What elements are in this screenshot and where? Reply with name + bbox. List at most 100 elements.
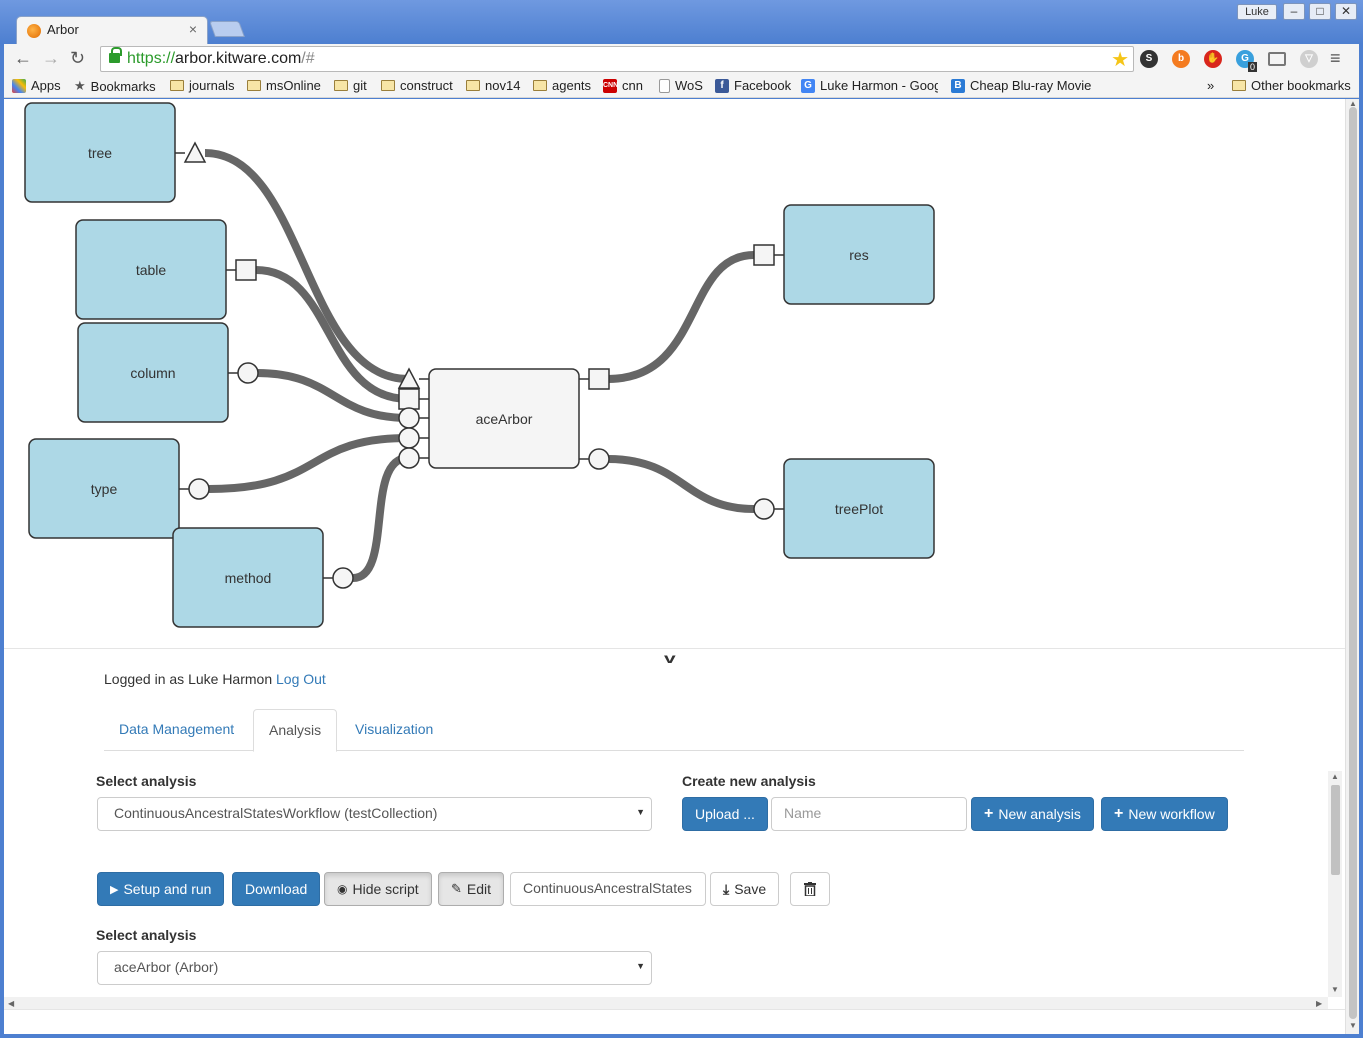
input-port-treeplot[interactable] — [753, 498, 775, 520]
extension-b-icon[interactable]: b — [1172, 50, 1190, 68]
bookmark-facebook[interactable]: f Facebook — [715, 78, 791, 93]
workflow-graph[interactable]: tree table column type method aceArbor r… — [4, 99, 1345, 649]
node-column[interactable]: column — [77, 322, 259, 423]
trash-icon — [804, 882, 816, 896]
tab-visualization[interactable]: Visualization — [340, 709, 448, 751]
scroll-up-icon[interactable]: ▲ — [1331, 772, 1339, 781]
new-workflow-button[interactable]: + New workflow — [1101, 797, 1228, 831]
node-res[interactable]: res — [753, 204, 935, 305]
back-arrow-icon[interactable]: ← — [14, 48, 32, 68]
bookmark-agents[interactable]: agents — [533, 78, 591, 93]
bookmark-apps[interactable]: Apps — [12, 78, 61, 93]
panel-vertical-scrollbar[interactable]: ▲ ▼ — [1328, 771, 1342, 997]
edit-button[interactable]: ✎ Edit — [438, 872, 505, 906]
workflow-canvas[interactable]: tree table column type method aceArbor r… — [4, 99, 1345, 649]
input-port-type[interactable] — [398, 427, 420, 449]
tab-close-icon[interactable]: × — [189, 21, 197, 37]
input-port-table[interactable] — [398, 388, 420, 410]
extension-badge-count: 0 — [1248, 62, 1258, 72]
node-acearbor[interactable]: aceArbor — [397, 367, 610, 470]
folder-icon — [381, 80, 395, 91]
tab-analysis[interactable]: Analysis — [253, 709, 338, 752]
output-port-type[interactable] — [188, 478, 210, 500]
bookmark-other[interactable]: Other bookmarks — [1232, 78, 1351, 93]
analysis-name-input[interactable]: ContinuousAncestralStates — [510, 872, 706, 906]
node-type[interactable]: type — [28, 438, 210, 539]
cast-icon[interactable] — [1268, 52, 1286, 66]
bookmark-git[interactable]: git — [334, 78, 367, 93]
delete-button[interactable] — [790, 872, 830, 906]
folder-icon — [247, 80, 261, 91]
input-port-res[interactable] — [753, 244, 775, 266]
extension-s-icon[interactable]: S — [1140, 50, 1158, 68]
bookmark-nov14[interactable]: nov14 — [466, 78, 520, 93]
analysis-select[interactable]: ContinuousAncestralStatesWorkflow (testC… — [97, 797, 652, 831]
upload-button[interactable]: Upload ... — [682, 797, 768, 831]
select-caret-icon: ▼ — [636, 807, 645, 817]
input-port-method[interactable] — [398, 447, 420, 469]
hide-script-button[interactable]: ◉ Hide script — [324, 872, 432, 906]
bookmark-msonline[interactable]: msOnline — [247, 78, 321, 93]
profile-badge[interactable]: Luke — [1237, 4, 1277, 20]
output-port-table[interactable] — [235, 259, 257, 281]
connection-method-acearbor — [352, 454, 409, 582]
input-port-column[interactable] — [398, 407, 420, 429]
bookmark-bookmarks[interactable]: ★ Bookmarks — [74, 78, 156, 94]
scroll-right-icon[interactable]: ▶ — [1316, 999, 1322, 1008]
close-window-icon[interactable]: ✕ — [1335, 3, 1357, 20]
download-button[interactable]: Download — [232, 872, 321, 906]
node-res-label: res — [849, 247, 868, 263]
bookmark-journals[interactable]: journals — [170, 78, 235, 93]
page-vertical-scrollbar[interactable]: ▲ ▼ — [1345, 99, 1359, 1034]
connection-table-acearbor — [255, 266, 409, 403]
new-analysis-button[interactable]: + New analysis — [971, 797, 1094, 831]
save-button[interactable]: ⤓ Save — [710, 872, 780, 906]
logout-link[interactable]: Log Out — [276, 671, 326, 687]
scroll-down-icon[interactable]: ▼ — [1331, 985, 1339, 994]
output-port-res[interactable] — [588, 368, 610, 390]
address-bar[interactable]: https://arbor.kitware.com/# ★ — [100, 46, 1134, 72]
node-table-label: table — [136, 262, 167, 278]
star-icon: ★ — [74, 78, 86, 93]
output-port-column[interactable] — [237, 362, 259, 384]
node-treeplot[interactable]: treePlot — [753, 458, 935, 559]
bookmark-bluray[interactable]: B Cheap Blu-ray Movie — [951, 78, 1091, 93]
play-icon: ▶ — [110, 883, 119, 896]
output-port-treeplot[interactable] — [588, 448, 610, 470]
node-table[interactable]: table — [75, 219, 257, 320]
reload-icon[interactable]: ↻ — [70, 48, 85, 68]
logged-in-text: Logged in as Luke Harmon — [104, 671, 273, 687]
bookmark-google-scholar[interactable]: G Luke Harmon - Googl — [801, 78, 938, 93]
bookmark-wos[interactable]: WoS — [659, 78, 703, 93]
browser-tab-arbor[interactable]: Arbor × — [16, 16, 208, 44]
tab-data-management[interactable]: Data Management — [104, 709, 249, 751]
bookmark-construct[interactable]: construct — [381, 78, 453, 93]
forward-arrow-icon[interactable]: → — [42, 48, 60, 68]
step-analysis-select[interactable]: aceArbor (Arbor) ▼ — [97, 951, 652, 985]
panel-horizontal-scrollbar[interactable]: ◀ ▶ — [4, 997, 1328, 1009]
page-scroll-thumb[interactable] — [1349, 107, 1357, 1019]
output-port-method[interactable] — [332, 567, 354, 589]
menu-hamburger-icon[interactable]: ≡ — [1330, 48, 1341, 69]
name-input[interactable]: Name — [771, 797, 967, 831]
maximize-icon[interactable]: □ — [1309, 3, 1331, 20]
url-text: https://arbor.kitware.com/# — [127, 50, 315, 67]
bookmark-cnn[interactable]: CNN cnn — [603, 78, 643, 93]
bookmark-star-icon[interactable]: ★ — [1111, 47, 1129, 72]
page-scroll-down-icon[interactable]: ▼ — [1349, 1021, 1357, 1030]
scroll-left-icon[interactable]: ◀ — [8, 999, 14, 1008]
folder-icon — [334, 80, 348, 91]
extension-adblock-icon[interactable]: ✋ — [1204, 50, 1222, 68]
panel-scroll-thumb[interactable] — [1331, 785, 1340, 875]
apps-grid-icon — [12, 78, 26, 93]
setup-and-run-button[interactable]: ▶ Setup and run — [97, 872, 225, 906]
node-tree[interactable]: tree — [24, 102, 207, 203]
output-port-tree[interactable] — [183, 141, 207, 163]
connection-type-acearbor — [208, 434, 409, 493]
new-tab-button[interactable] — [209, 21, 245, 37]
folder-icon — [533, 80, 547, 91]
node-method[interactable]: method — [172, 527, 354, 628]
bookmarks-overflow-chevron[interactable]: » — [1207, 78, 1214, 93]
shield-icon[interactable]: ▽ — [1300, 50, 1318, 68]
minimize-icon[interactable]: – — [1283, 3, 1305, 20]
